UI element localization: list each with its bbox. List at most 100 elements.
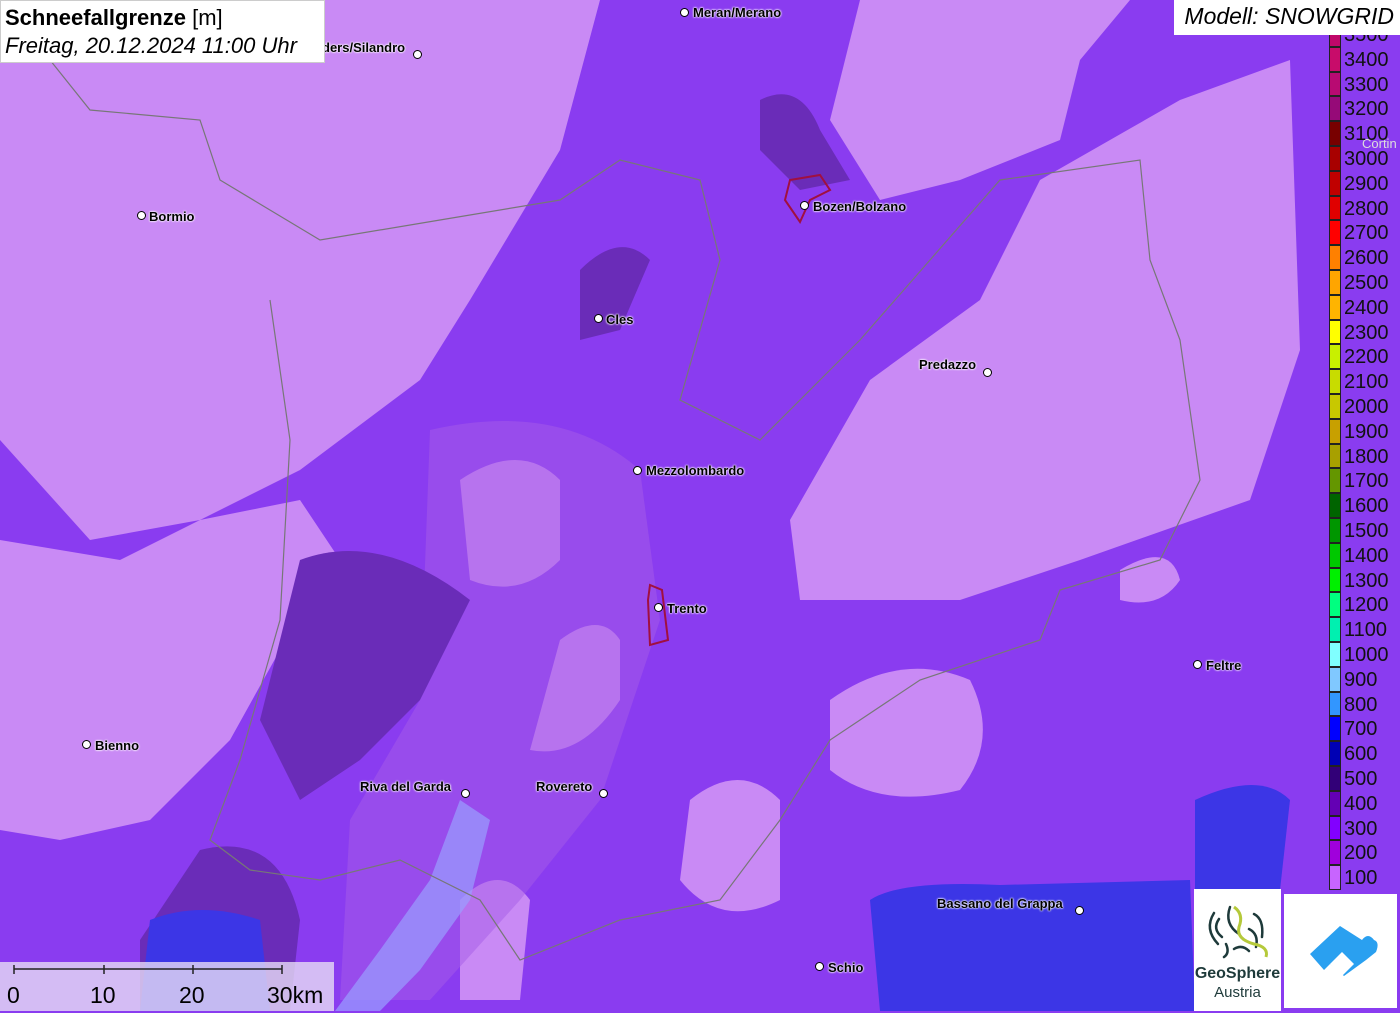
legend-entry: 600 (1329, 741, 1399, 766)
legend-entry: 2900 (1329, 170, 1399, 196)
city-dot (599, 789, 608, 798)
legend-entry: 1700 (1329, 468, 1399, 494)
city-dot (680, 8, 689, 17)
legend-label: 500 (1344, 768, 1378, 790)
geosphere-logo[interactable]: GeoSphere Austria (1194, 889, 1281, 1011)
legend-label: 2600 (1344, 247, 1389, 270)
legend-label: 2400 (1344, 296, 1389, 319)
legend-entry: 1300 (1329, 567, 1399, 593)
legend-swatch (1329, 96, 1341, 122)
legend-swatch (1329, 294, 1341, 320)
city-label[interactable]: Predazzo (919, 357, 976, 372)
legend-swatch (1329, 443, 1341, 469)
legend-entry: 1400 (1329, 542, 1399, 568)
city-label[interactable]: Schio (828, 960, 863, 975)
legend-entry: 2800 (1329, 195, 1399, 221)
city-label[interactable]: Bormio (149, 209, 195, 224)
city-label[interactable]: Bassano del Grappa (937, 896, 1063, 911)
scale-label: 30km (267, 982, 324, 1008)
geosphere-name: GeoSphere (1194, 965, 1281, 982)
snow-app-logo[interactable] (1284, 894, 1397, 1008)
legend-swatch (1329, 666, 1341, 692)
legend-label: 2300 (1344, 321, 1389, 344)
legend-swatch (1329, 741, 1341, 766)
legend-swatch (1329, 493, 1341, 518)
legend-swatch (1329, 195, 1341, 221)
legend-label: 1300 (1344, 569, 1389, 592)
legend-label: 3100 (1344, 123, 1389, 146)
legend-entry: 2700 (1329, 220, 1399, 246)
legend-entry: 800 (1329, 691, 1399, 717)
legend-label: 1700 (1344, 470, 1389, 493)
city-label[interactable]: Feltre (1206, 658, 1241, 673)
legend-label: 1500 (1344, 520, 1389, 542)
legend-swatch (1329, 592, 1341, 618)
legend-swatch (1329, 766, 1341, 791)
legend-entry: 3000 (1329, 146, 1399, 171)
map-datetime: Freitag, 20.12.2024 11:00 Uhr (5, 33, 297, 58)
legend-label: 2000 (1344, 396, 1389, 418)
map-title-box: Schneefallgrenze [m] Freitag, 20.12.2024… (0, 0, 325, 63)
legend-entry: 3400 (1329, 46, 1399, 72)
legend-entry: 2400 (1329, 294, 1399, 320)
legend-label: 2700 (1344, 222, 1389, 245)
geosphere-country: Austria (1214, 984, 1261, 1001)
legend-entry: 900 (1329, 666, 1399, 692)
legend-swatch (1329, 394, 1341, 419)
map-zone-light (830, 668, 983, 797)
map-title: Schneefallgrenze (5, 5, 186, 30)
legend-label: 2200 (1344, 346, 1389, 369)
legend-swatch (1329, 716, 1341, 742)
legend-entry: 2600 (1329, 245, 1399, 270)
city-label[interactable]: ders/Silandro (322, 40, 405, 55)
city-dot (1075, 906, 1084, 915)
legend-entry: 500 (1329, 766, 1399, 791)
legend-label: 600 (1344, 743, 1378, 766)
snowfall-map[interactable] (0, 0, 1400, 1011)
legend-swatch (1329, 270, 1341, 295)
legend-swatch (1329, 245, 1341, 270)
legend-label: 2900 (1344, 172, 1389, 195)
legend-entry: 1100 (1329, 617, 1399, 642)
legend-entry: 100 (1329, 865, 1399, 890)
city-label[interactable]: Bienno (95, 738, 139, 753)
map-zone-light (680, 780, 780, 912)
scale-label: 20 (179, 982, 205, 1008)
city-dot (654, 603, 663, 612)
map-zone-blue (1195, 785, 1290, 890)
city-label[interactable]: Meran/Merano (693, 5, 781, 20)
legend-swatch (1329, 170, 1341, 196)
legend-swatch (1329, 146, 1341, 171)
legend-entry: 1000 (1329, 642, 1399, 667)
city-label[interactable]: Riva del Garda (360, 779, 451, 794)
city-dot (815, 962, 824, 971)
city-label[interactable]: Rovereto (536, 779, 592, 794)
legend-swatch (1329, 642, 1341, 667)
scale-label: 0 (7, 982, 20, 1008)
city-label[interactable]: Mezzolombardo (646, 463, 744, 478)
legend-entry: 2200 (1329, 344, 1399, 370)
legend-label: 400 (1344, 792, 1378, 815)
map-unit: [m] (192, 5, 223, 30)
legend-entry: 2500 (1329, 270, 1399, 295)
model-label: Modell: SNOWGRID (1174, 0, 1400, 35)
city-dot (137, 211, 146, 220)
city-dot (82, 740, 91, 749)
city-label[interactable]: Cles (606, 312, 633, 327)
legend-entry: 200 (1329, 840, 1399, 866)
legend-swatch (1329, 790, 1341, 816)
legend-label: 100 (1344, 867, 1378, 890)
legend-label: 1800 (1344, 445, 1389, 468)
legend-label: 200 (1344, 842, 1378, 865)
legend-swatch (1329, 121, 1341, 146)
scale-bar: 0 10 20 30km (0, 962, 334, 1011)
legend-label: 1900 (1344, 420, 1389, 443)
city-label[interactable]: Trento (667, 601, 707, 616)
legend-entry: 1900 (1329, 418, 1399, 444)
legend-swatch (1329, 46, 1341, 72)
legend-entry: 2300 (1329, 319, 1399, 345)
city-dot (1193, 660, 1202, 669)
city-label[interactable]: Bozen/Bolzano (813, 199, 906, 214)
legend-swatch (1329, 369, 1341, 394)
city-dot (633, 466, 642, 475)
